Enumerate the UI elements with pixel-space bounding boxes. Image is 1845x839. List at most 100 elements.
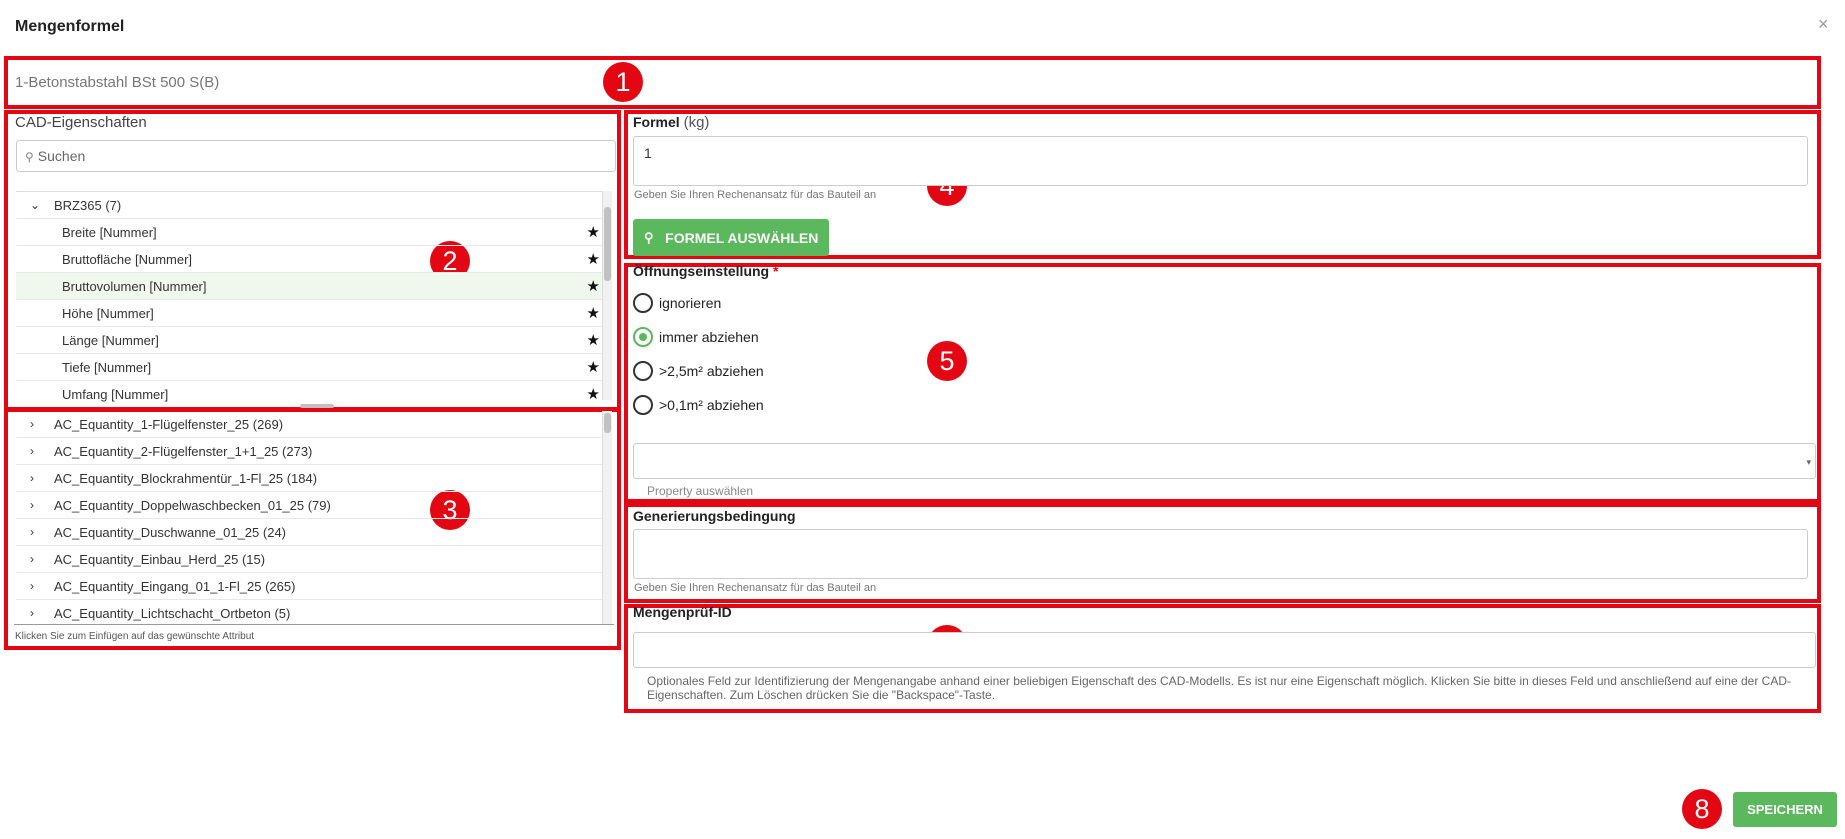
property-row[interactable]: Breite [Nummer] ★ [16, 219, 612, 246]
formula-unit: (kg) [683, 114, 710, 131]
group-name: BRZ365 [54, 197, 102, 213]
group-name: AC_Equantity_Blockrahmentür_1-Fl_25 [54, 470, 284, 486]
tree-group[interactable]: › AC_Equantity_Blockrahmentür_1-Fl_25 (18… [16, 465, 612, 492]
insert-hint: Klicken Sie zum Einfügen auf das gewünsc… [15, 631, 255, 642]
property-label: Bruttofläche [Nummer] [62, 251, 193, 267]
star-icon[interactable]: ★ [587, 223, 600, 241]
property-row[interactable]: Umfang [Nummer] ★ [16, 381, 612, 404]
star-icon[interactable]: ★ [587, 250, 600, 268]
badge-1: 1 [603, 62, 643, 102]
radio-button[interactable] [633, 293, 653, 313]
group-count: (79) [307, 497, 331, 513]
formula-textarea[interactable]: 1 [633, 136, 1808, 186]
property-label: Breite [Nummer] [62, 224, 157, 240]
search-placeholder: Suchen [37, 148, 86, 164]
generation-helper: Geben Sie Ihren Rechenansatz für das Bau… [634, 582, 877, 594]
radio-label: ignorieren [659, 295, 722, 311]
radio-button-selected[interactable] [633, 327, 653, 347]
chevron-right-icon: › [30, 552, 34, 566]
group-count: (7) [105, 197, 122, 213]
property-label: Länge [Nummer] [62, 332, 159, 348]
radio-label: >2,5m² abziehen [659, 363, 764, 379]
property-label: Bruttovolumen [Nummer] [62, 278, 207, 294]
group-count: (184) [286, 470, 318, 486]
tree-group[interactable]: › AC_Equantity_Doppelwaschbecken_01_25 (7… [16, 492, 612, 519]
check-id-label: Mengenprüf-ID [633, 604, 732, 620]
opening-label-text: Öffnungseinstellung [633, 263, 770, 279]
group-name: AC_Equantity_1-Flügelfenster_25 [54, 416, 250, 432]
save-button[interactable]: SPEICHERN [1733, 792, 1837, 827]
formula-helper: Geben Sie Ihren Rechenansatz für das Bau… [634, 189, 877, 201]
star-icon[interactable]: ★ [587, 277, 600, 295]
cad-properties-tree: ⌄ BRZ365 (7) Breite [Nummer] ★ Bruttofläc… [16, 191, 612, 404]
group-count: (24) [262, 524, 287, 540]
radio-option-always-deduct[interactable]: immer abziehen [633, 327, 759, 347]
tree-group[interactable]: › AC_Equantity_1-Flügelfenster_25 (269) [16, 411, 612, 438]
radio-option-ignore[interactable]: ignorieren [633, 293, 721, 313]
group-name: AC_Equantity_Duschwanne_01_25 [54, 524, 260, 540]
required-mark: * [773, 263, 779, 279]
scrollbar-thumb[interactable] [604, 207, 611, 281]
radio-button[interactable] [633, 395, 653, 415]
property-label: Höhe [Nummer] [62, 305, 154, 321]
group-name: AC_Equantity_Einbau_Herd_25 [54, 551, 239, 567]
property-row[interactable]: Bruttovolumen [Nummer] ★ [16, 273, 612, 300]
property-row[interactable]: Tiefe [Nummer] ★ [16, 354, 612, 381]
scrollbar-thumb[interactable] [604, 413, 611, 433]
star-icon[interactable]: ★ [587, 304, 600, 322]
chevron-right-icon: › [30, 444, 34, 458]
property-select[interactable]: ▾ [633, 443, 1816, 479]
opening-label: Öffnungseinstellung * [633, 263, 778, 279]
tree-group[interactable]: › AC_Equantity_Eingang_01_1-Fl_25 (265) [16, 573, 612, 600]
group-count: (269) [252, 416, 284, 432]
chevron-down-icon: ⌄ [30, 198, 41, 212]
cad-search-input[interactable]: ⚲ Suchen [16, 140, 616, 172]
chevron-right-icon: › [30, 471, 34, 485]
badge-8: 8 [1682, 789, 1722, 829]
tree-scrollbar-top[interactable] [602, 191, 612, 400]
scrollbar-horizontal-thumb[interactable] [300, 404, 334, 408]
tree-group[interactable]: › AC_Equantity_2-Flügelfenster_1+1_25 (27… [16, 438, 612, 465]
property-row[interactable]: Bruttofläche [Nummer] ★ [16, 246, 612, 273]
group-count: (5) [274, 605, 291, 621]
tree-group[interactable]: › AC_Equantity_Einbau_Herd_25 (15) [16, 546, 612, 573]
formula-label-text: Formel [633, 114, 680, 130]
generation-textarea[interactable] [633, 529, 1808, 579]
tree-group[interactable]: › AC_Equantity_Duschwanne_01_25 (24) [16, 519, 612, 546]
list-border [14, 624, 614, 625]
chevron-right-icon: › [30, 525, 34, 539]
caret-down-icon: ▾ [1806, 457, 1811, 467]
radio-label: >0,1m² abziehen [659, 397, 764, 413]
radio-option-deduct-2-5[interactable]: >2,5m² abziehen [633, 361, 764, 381]
star-icon[interactable]: ★ [587, 385, 600, 403]
search-icon: ⚲ [25, 150, 34, 164]
chevron-right-icon: › [30, 579, 34, 593]
radio-option-deduct-0-1[interactable]: >0,1m² abziehen [633, 395, 764, 415]
tree-group[interactable]: › AC_Equantity_Lichtschacht_Ortbeton (5) [16, 600, 612, 624]
tree-group-brz365[interactable]: ⌄ BRZ365 (7) [16, 192, 612, 219]
group-name: AC_Equantity_Doppelwaschbecken_01_25 [54, 497, 305, 513]
check-id-input[interactable] [633, 632, 1816, 668]
select-formula-button[interactable]: ⚲ FORMEL AUSWÄHLEN [633, 219, 829, 256]
group-count: (15) [241, 551, 266, 567]
groups-scrollbar[interactable] [602, 411, 612, 624]
star-icon[interactable]: ★ [587, 331, 600, 349]
dialog-title: Mengenformel [15, 18, 125, 35]
star-icon[interactable]: ★ [587, 358, 600, 376]
cad-properties-label: CAD-Eigenschaften [15, 114, 147, 131]
badge-5: 5 [927, 341, 967, 381]
property-row[interactable]: Höhe [Nummer] ★ [16, 300, 612, 327]
generation-label: Generierungsbedingung [633, 508, 796, 524]
radio-button[interactable] [633, 361, 653, 381]
select-formula-label: FORMEL AUSWÄHLEN [665, 229, 819, 246]
property-select-helper: Property auswählen [647, 484, 754, 498]
search-icon: ⚲ [643, 229, 654, 245]
property-row[interactable]: Länge [Nummer] ★ [16, 327, 612, 354]
property-label: Tiefe [Nummer] [62, 359, 152, 375]
group-name: AC_Equantity_2-Flügelfenster_1+1_25 [54, 443, 279, 459]
close-icon[interactable]: × [1818, 14, 1829, 35]
chevron-right-icon: › [30, 606, 34, 620]
group-count: (265) [265, 578, 296, 594]
material-name: 1-Betonstabstahl BSt 500 S(B) [15, 74, 220, 91]
group-name: AC_Equantity_Eingang_01_1-Fl_25 [54, 578, 262, 594]
